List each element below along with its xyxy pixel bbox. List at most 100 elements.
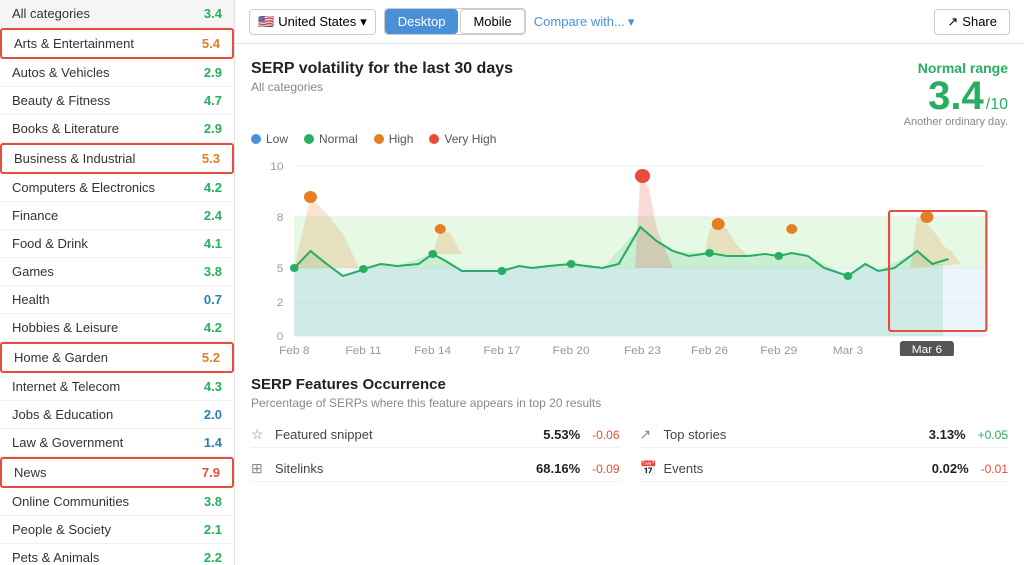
sidebar-item-label: Online Communities: [12, 494, 129, 509]
sidebar-item-label: Autos & Vehicles: [12, 65, 110, 80]
features-title: SERP Features Occurrence: [251, 376, 1008, 393]
sidebar-item-value: 4.2: [204, 180, 222, 195]
sidebar-item-value: 3.8: [204, 264, 222, 279]
svg-text:10: 10: [270, 161, 283, 173]
desktop-button[interactable]: Desktop: [385, 9, 459, 34]
share-button[interactable]: ↗ Share: [934, 9, 1010, 35]
content-area: SERP volatility for the last 30 days All…: [235, 44, 1024, 565]
share-icon: ↗: [947, 14, 958, 30]
main-content: 🇺🇸 United States ▾ Desktop Mobile Compar…: [235, 0, 1024, 565]
sidebar-item[interactable]: Books & Literature 2.9: [0, 115, 234, 143]
features-subtitle: Percentage of SERPs where this feature a…: [251, 396, 1008, 410]
volatility-chart: 0 2 5 8 10: [251, 156, 1008, 356]
legend-item: Low: [251, 132, 288, 146]
feature-row: ↗ Top stories 3.13% +0.05: [640, 422, 1009, 448]
legend-dot: [429, 134, 439, 144]
mobile-button[interactable]: Mobile: [460, 9, 524, 34]
volatility-title: SERP volatility for the last 30 days: [251, 60, 513, 78]
country-selector[interactable]: 🇺🇸 United States ▾: [249, 9, 376, 35]
feature-delta: -0.06: [592, 428, 619, 442]
sidebar-item-value: 2.9: [204, 65, 222, 80]
sidebar-item-label: Books & Literature: [12, 121, 119, 136]
svg-text:Feb 17: Feb 17: [483, 345, 520, 356]
sidebar-item[interactable]: Law & Government 1.4: [0, 429, 234, 457]
feature-icon: ⊞: [251, 460, 269, 477]
svg-text:Feb 20: Feb 20: [553, 345, 590, 356]
sidebar-item-value: 3.8: [204, 494, 222, 509]
sidebar-item[interactable]: Arts & Entertainment5.4: [0, 28, 234, 59]
svg-text:Feb 11: Feb 11: [345, 345, 381, 356]
sidebar-item-label: Jobs & Education: [12, 407, 113, 422]
sidebar-item[interactable]: Health0.7: [0, 286, 234, 314]
feature-name: Top stories: [664, 427, 923, 442]
sidebar-item[interactable]: Games3.8: [0, 258, 234, 286]
feature-pct: 68.16%: [536, 461, 580, 476]
legend-label: Very High: [444, 132, 496, 146]
sidebar-item[interactable]: All categories3.4: [0, 0, 234, 28]
legend-dot: [251, 134, 261, 144]
sidebar-item-label: News: [14, 465, 47, 480]
svg-text:Feb 26: Feb 26: [691, 345, 728, 356]
sidebar-item-label: Business & Industrial: [14, 151, 135, 166]
range-score: 3.4: [928, 76, 984, 116]
svg-text:Feb 29: Feb 29: [760, 345, 797, 356]
sidebar-item-label: Beauty & Fitness: [12, 93, 110, 108]
sidebar-item-label: Arts & Entertainment: [14, 36, 134, 51]
sidebar-item-label: All categories: [12, 6, 90, 21]
sidebar: All categories3.4Arts & Entertainment5.4…: [0, 0, 235, 565]
sidebar-item-value: 2.2: [204, 550, 222, 565]
sidebar-item[interactable]: Computers & Electronics4.2: [0, 174, 234, 202]
compare-button[interactable]: Compare with... ▾: [534, 14, 635, 30]
sidebar-item[interactable]: Jobs & Education2.0: [0, 401, 234, 429]
sidebar-item-label: Law & Government: [12, 435, 123, 450]
topbar: 🇺🇸 United States ▾ Desktop Mobile Compar…: [235, 0, 1024, 44]
sidebar-item-value: 4.7: [204, 93, 222, 108]
normal-range-block: Normal range 3.4 /10 Another ordinary da…: [904, 60, 1008, 128]
svg-text:2: 2: [277, 297, 284, 309]
volatility-subtitle: All categories: [251, 80, 513, 94]
sidebar-item-value: 2.1: [204, 522, 222, 537]
svg-text:Feb 23: Feb 23: [624, 345, 661, 356]
sidebar-item[interactable]: Internet & Telecom4.3: [0, 373, 234, 401]
sidebar-item-value: 5.3: [202, 151, 220, 166]
sidebar-item[interactable]: Home & Garden5.2: [0, 342, 234, 373]
range-denom: /10: [986, 96, 1008, 114]
range-sub: Another ordinary day.: [904, 116, 1008, 128]
feature-delta: -0.09: [592, 462, 619, 476]
feature-delta: -0.01: [981, 462, 1008, 476]
sidebar-item-label: Pets & Animals: [12, 550, 99, 565]
sidebar-item-label: Internet & Telecom: [12, 379, 120, 394]
sidebar-item[interactable]: Business & Industrial 5.3: [0, 143, 234, 174]
sidebar-item-value: 1.4: [204, 435, 222, 450]
feature-pct: 0.02%: [932, 461, 969, 476]
sidebar-item[interactable]: Beauty & Fitness 4.7: [0, 87, 234, 115]
feature-name: Featured snippet: [275, 427, 537, 442]
svg-text:Feb 14: Feb 14: [414, 345, 452, 356]
sidebar-item-label: People & Society: [12, 522, 111, 537]
legend-item: High: [374, 132, 414, 146]
feature-pct: 5.53%: [543, 427, 580, 442]
sidebar-item[interactable]: Pets & Animals 2.2: [0, 544, 234, 565]
sidebar-item[interactable]: Online Communities 3.8: [0, 488, 234, 516]
sidebar-item[interactable]: Autos & Vehicles 2.9: [0, 59, 234, 87]
sidebar-item-label: Health: [12, 292, 50, 307]
sidebar-item[interactable]: Food & Drink4.1: [0, 230, 234, 258]
chart-legend: LowNormalHighVery High: [251, 132, 1008, 146]
sidebar-item-value: 5.2: [202, 350, 220, 365]
sidebar-item[interactable]: Hobbies & Leisure4.2: [0, 314, 234, 342]
feature-name: Events: [664, 461, 926, 476]
sidebar-item[interactable]: Finance2.4: [0, 202, 234, 230]
sidebar-item-value: 7.9: [202, 465, 220, 480]
svg-text:5: 5: [277, 263, 284, 275]
legend-label: Low: [266, 132, 288, 146]
sidebar-item[interactable]: People & Society 2.1: [0, 516, 234, 544]
svg-text:Mar 3: Mar 3: [833, 345, 863, 356]
chevron-down-icon: ▾: [360, 14, 367, 30]
sidebar-item-value: 2.9: [204, 121, 222, 136]
sidebar-item-value: 2.4: [204, 208, 222, 223]
feature-name: Sitelinks: [275, 461, 530, 476]
sidebar-item[interactable]: News 7.9: [0, 457, 234, 488]
svg-text:Feb 8: Feb 8: [279, 345, 309, 356]
feature-delta: +0.05: [978, 428, 1008, 442]
share-label: Share: [962, 14, 997, 29]
